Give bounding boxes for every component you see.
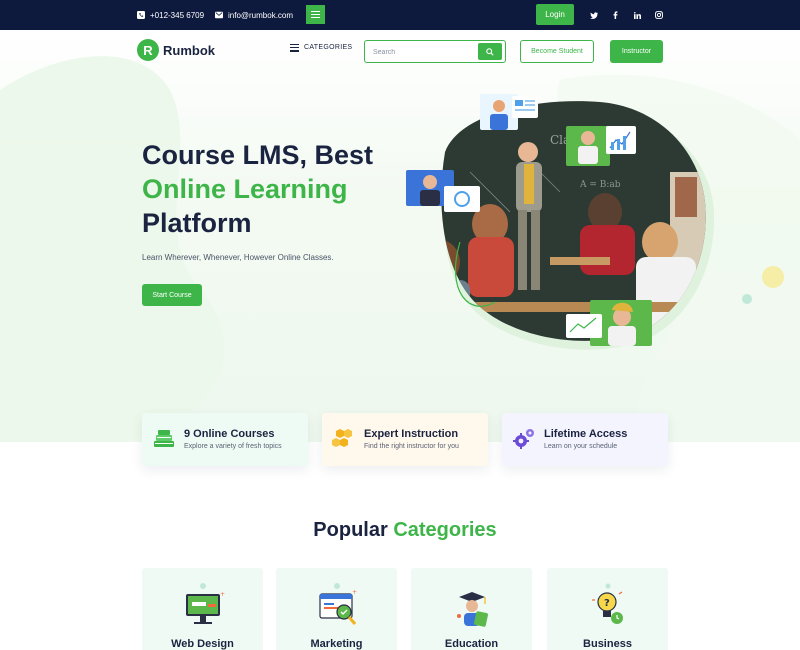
search-icon xyxy=(486,47,494,56)
instagram-icon[interactable] xyxy=(652,0,666,30)
hexagons-icon xyxy=(332,429,352,447)
feature-subtitle: Find the right instructor for you xyxy=(364,443,459,450)
twitter-icon[interactable] xyxy=(587,0,601,30)
search-button[interactable] xyxy=(478,43,502,60)
graduate-icon xyxy=(457,592,488,627)
logo-mark: R xyxy=(137,39,159,61)
idea-bulb-icon: ? xyxy=(592,583,623,624)
phone-icon xyxy=(137,11,145,19)
popular-categories-heading: Popular Categories xyxy=(0,519,800,542)
books-icon xyxy=(154,430,174,447)
start-course-button[interactable]: Start Course xyxy=(142,284,202,306)
hero-title-line1: Course LMS, Best xyxy=(142,140,374,170)
hero-subtitle: Learn Wherever, Whenever, However Online… xyxy=(142,253,334,262)
feature-title: Expert Instruction xyxy=(364,428,459,440)
category-card-business[interactable]: ? Business xyxy=(547,568,668,650)
feature-subtitle: Learn on your schedule xyxy=(544,443,618,450)
category-card-education[interactable]: Education xyxy=(411,568,532,650)
hamburger-icon xyxy=(290,44,299,52)
feature-lifetime-access[interactable]: Lifetime Access Learn on your schedule xyxy=(502,413,668,466)
feature-title: 9 Online Courses xyxy=(184,428,275,440)
feature-expert-instruction[interactable]: Expert Instruction Find the right instru… xyxy=(322,413,488,466)
become-student-button[interactable]: Become Student xyxy=(520,40,594,63)
monitor-design-icon: + xyxy=(186,583,225,624)
heading-part1: Popular xyxy=(313,519,388,541)
login-button[interactable]: Login xyxy=(536,4,574,25)
category-label: Education xyxy=(444,638,499,650)
mail-icon xyxy=(215,11,223,19)
feature-title: Lifetime Access xyxy=(544,428,628,440)
category-card-web-design[interactable]: + Web Design xyxy=(142,568,263,650)
category-label: Business xyxy=(583,638,632,650)
marketing-search-icon: + xyxy=(319,583,357,625)
phone-number: +012-345 6709 xyxy=(150,10,205,20)
category-label: Web Design xyxy=(171,638,234,650)
feature-subtitle: Explore a variety of fresh topics xyxy=(184,443,282,450)
category-label: Marketing xyxy=(310,638,363,650)
linkedin-icon[interactable] xyxy=(630,0,644,30)
topbar-email[interactable]: info@rumbok.com xyxy=(215,0,293,30)
heading-part2: Categories xyxy=(393,519,497,541)
categories-menu-button[interactable]: CATEGORIES xyxy=(290,44,352,52)
hero-title-line2: Online Learning xyxy=(142,174,348,204)
categories-label: CATEGORIES xyxy=(304,44,353,52)
search-form xyxy=(364,40,506,63)
search-input[interactable] xyxy=(373,45,473,59)
svg-text:?: ? xyxy=(604,598,610,609)
top-bar: +012-345 6709 info@rumbok.com Login xyxy=(0,0,800,30)
facebook-icon[interactable] xyxy=(608,0,622,30)
topbar-menu-button[interactable] xyxy=(306,5,325,24)
topbar-phone[interactable]: +012-345 6709 xyxy=(137,0,204,30)
hero-classroom-image: Class A = B:ab xyxy=(406,94,784,350)
svg-text:A = B:ab: A = B:ab xyxy=(579,180,621,190)
svg-text:+: + xyxy=(220,591,225,598)
site-logo[interactable]: R Rumbok xyxy=(137,39,215,61)
category-card-marketing[interactable]: + Marketing xyxy=(276,568,397,650)
hero-title-line3: Platform xyxy=(142,208,252,238)
logo-text: Rumbok xyxy=(163,42,215,58)
feature-online-courses[interactable]: 9 Online Courses Explore a variety of fr… xyxy=(142,413,308,466)
svg-text:+: + xyxy=(352,589,357,596)
hero-title: Course LMS, Best Online Learning Platfor… xyxy=(142,138,373,240)
gears-icon xyxy=(513,429,534,449)
instructor-button[interactable]: Instructor xyxy=(610,40,663,63)
email-address: info@rumbok.com xyxy=(228,10,294,20)
